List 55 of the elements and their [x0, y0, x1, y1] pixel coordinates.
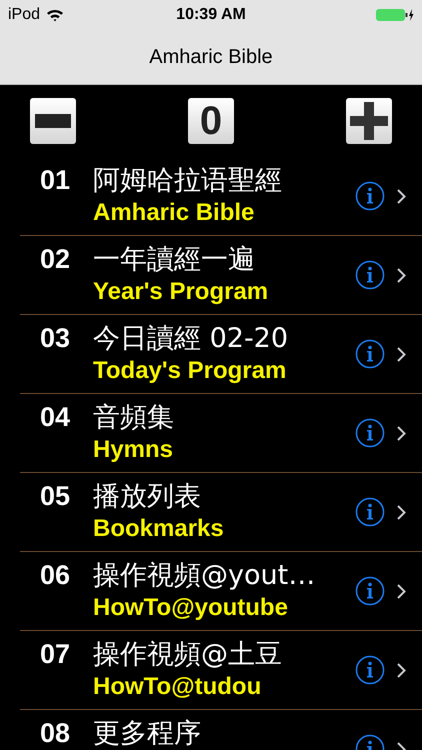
list-row[interactable]: 07 操作視頻@土豆 HowTo@tudou [20, 631, 422, 710]
row-subtitle: Year's Program [93, 277, 268, 307]
counter-button[interactable]: 0 [188, 98, 234, 144]
chevron-icon [397, 188, 406, 204]
info-icon[interactable] [355, 497, 385, 527]
list-row[interactable]: 03 今日讀經 02-20 Today's Program [20, 315, 422, 394]
chevron-icon [397, 426, 406, 440]
list-row[interactable]: 04 音頻集 Hymns [20, 394, 422, 473]
battery-charging-icon [376, 8, 414, 22]
info-icon[interactable] [355, 576, 385, 606]
row-number: 04 [40, 401, 72, 434]
row-number: 03 [40, 322, 72, 355]
info-icon[interactable] [355, 260, 385, 290]
row-number: 06 [40, 559, 72, 592]
info-icon[interactable] [355, 655, 385, 685]
wifi-icon [46, 8, 64, 22]
chevron-icon [397, 504, 406, 520]
row-number: 07 [40, 638, 72, 671]
info-icon[interactable] [355, 181, 385, 211]
row-title: 操作視頻@土豆 [93, 638, 282, 672]
list-row[interactable]: 08 更多程序 [20, 710, 422, 750]
row-number: 05 [40, 480, 72, 513]
row-title: 更多程序 [93, 717, 201, 750]
row-number: 01 [40, 164, 72, 197]
row-subtitle: HowTo@tudou [93, 672, 262, 702]
row-title: 音頻集 [93, 401, 174, 435]
list-row[interactable]: 01 阿姆哈拉语聖經 Amharic Bible [20, 157, 422, 236]
chevron-icon [397, 584, 406, 598]
row-subtitle: Bookmarks [93, 514, 224, 544]
chevron-icon [397, 268, 406, 282]
row-title: 操作視頻@yout… [93, 559, 316, 593]
row-subtitle: Hymns [93, 435, 174, 465]
row-title: 阿姆哈拉语聖經 [93, 164, 282, 198]
row-title: 今日讀經 02-20 [93, 322, 288, 356]
row-number: 02 [40, 243, 72, 276]
row-subtitle: HowTo@youtube [93, 593, 289, 623]
row-title: 播放列表 [93, 480, 201, 514]
list-row[interactable]: 06 操作視頻@yout… HowTo@youtube [20, 552, 422, 631]
row-number: 08 [40, 717, 72, 750]
minus-button[interactable] [30, 98, 76, 144]
chevron-icon [397, 346, 406, 362]
info-icon[interactable] [355, 418, 385, 448]
row-subtitle: Amharic Bible [93, 198, 256, 228]
plus-icon [350, 102, 388, 140]
carrier: iPod [8, 5, 40, 25]
plus-button[interactable] [346, 98, 392, 144]
row-title: 一年讀經一遍 [93, 243, 255, 277]
row-subtitle: Today's Program [93, 356, 288, 386]
chevron-icon [397, 662, 406, 678]
clock: 10:39 AM [176, 5, 246, 25]
list-row[interactable]: 02 一年讀經一遍 Year's Program [20, 236, 422, 315]
nav-title: Amharic Bible [149, 45, 273, 70]
list-row[interactable]: 05 播放列表 Bookmarks [20, 473, 422, 552]
info-icon[interactable] [355, 339, 385, 369]
minus-icon [35, 114, 71, 128]
